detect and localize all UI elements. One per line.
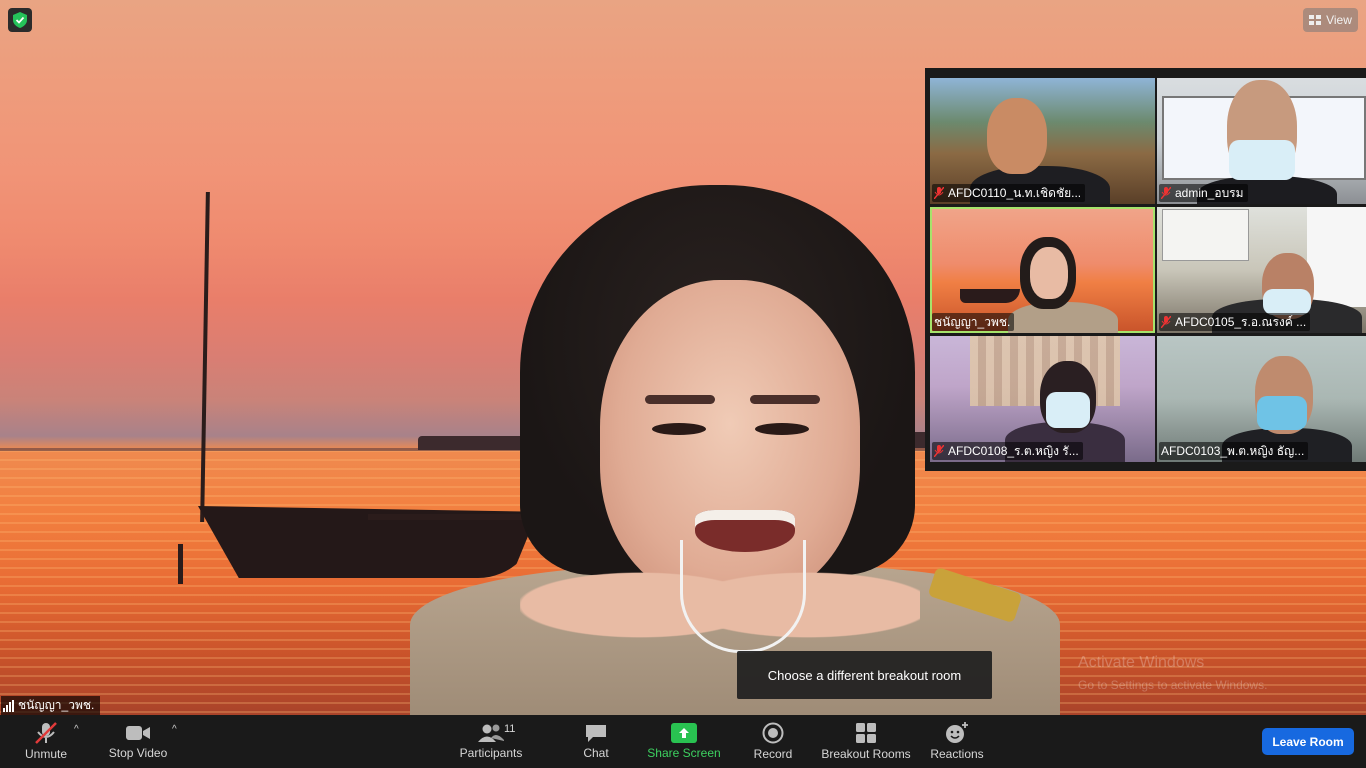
reactions-button[interactable]: Reactions xyxy=(929,715,985,768)
participant-tile[interactable]: AFDC0110_น.ท.เชิดชัย... xyxy=(930,78,1155,204)
participants-button[interactable]: 11 Participants xyxy=(456,715,526,768)
participant-gallery: AFDC0110_น.ท.เชิดชัย... admin_อบรม ชนัญญ… xyxy=(925,68,1366,471)
participant-name-tag: admin_อบรม xyxy=(1159,184,1248,202)
unmute-label: Unmute xyxy=(24,747,68,761)
chat-button[interactable]: Chat xyxy=(576,715,616,768)
participants-icon xyxy=(478,724,504,742)
signal-strength-icon xyxy=(3,699,14,712)
chat-bubble-icon xyxy=(586,725,606,742)
record-label: Record xyxy=(753,747,793,761)
left-brow xyxy=(645,395,715,404)
participant-name-tag: AFDC0110_น.ท.เชิดชัย... xyxy=(932,184,1086,202)
record-icon xyxy=(762,722,784,744)
participant-tile[interactable]: AFDC0103_พ.ต.หญิง ธัญ... xyxy=(1157,336,1366,462)
participant-name: ชนัญญา_วพช. xyxy=(934,315,1011,329)
smiley-plus-icon xyxy=(946,722,968,743)
self-name: ชนัญญา_วพช. xyxy=(18,698,95,712)
grid-view-icon xyxy=(1309,15,1322,25)
muted-mic-icon xyxy=(934,445,944,457)
participant-name-tag: AFDC0105_ร.อ.ณรงค์ ... xyxy=(1159,313,1311,331)
participant-name: AFDC0110_น.ท.เชิดชัย... xyxy=(948,186,1082,200)
participant-name: admin_อบรม xyxy=(1175,186,1244,200)
muted-mic-icon xyxy=(35,722,57,744)
boat-silhouette xyxy=(960,289,1020,303)
participant-name: AFDC0103_พ.ต.หญิง ธัญ... xyxy=(1161,444,1305,458)
wall-chart xyxy=(1162,209,1249,261)
meeting-toolbar: Unmute ^ Stop Video ^ 11 Participants Ch… xyxy=(0,715,1366,768)
stop-video-button[interactable]: Stop Video xyxy=(104,715,172,768)
participant-name-tag: AFDC0108_ร.ต.หญิง รั... xyxy=(932,442,1083,460)
activate-windows-watermark: Activate Windows Go to Settings to activ… xyxy=(1078,652,1267,696)
view-button[interactable]: View xyxy=(1303,8,1358,32)
face-mask xyxy=(1229,140,1295,180)
participant-name-tag: AFDC0103_พ.ต.หญิง ธัญ... xyxy=(1159,442,1309,460)
video-camera-icon xyxy=(126,726,150,740)
participants-label: Participants xyxy=(459,746,523,760)
participant-face xyxy=(987,98,1047,174)
muted-mic-icon xyxy=(1161,187,1171,199)
muted-mic-icon xyxy=(1161,316,1171,328)
leave-room-button[interactable]: Leave Room xyxy=(1262,728,1354,755)
participant-body xyxy=(1008,302,1118,333)
participant-name: AFDC0105_ร.อ.ณรงค์ ... xyxy=(1175,315,1307,329)
stop-video-label: Stop Video xyxy=(108,746,168,760)
participant-tile-active[interactable]: ชนัญญา_วพช. xyxy=(930,207,1155,333)
video-options-chevron-up-icon[interactable]: ^ xyxy=(172,724,177,735)
right-brow xyxy=(750,395,820,404)
audio-options-chevron-up-icon[interactable]: ^ xyxy=(74,724,79,735)
participant-tile[interactable]: AFDC0108_ร.ต.หญิง รั... xyxy=(930,336,1155,462)
face-mask xyxy=(1257,396,1307,430)
reactions-label: Reactions xyxy=(930,747,984,761)
breakout-tooltip: Choose a different breakout room xyxy=(737,651,992,699)
right-eye xyxy=(755,423,809,435)
share-screen-button[interactable]: Share Screen xyxy=(646,715,722,768)
unmute-button[interactable]: Unmute xyxy=(18,715,74,768)
participants-count: 11 xyxy=(504,723,516,735)
window-background xyxy=(1307,207,1366,307)
face-mask xyxy=(1046,392,1090,428)
share-screen-label: Share Screen xyxy=(647,746,721,760)
view-label: View xyxy=(1326,13,1352,27)
leave-room-label: Leave Room xyxy=(1272,734,1344,749)
breakout-rooms-button[interactable]: Breakout Rooms xyxy=(820,715,912,768)
chat-label: Chat xyxy=(583,746,609,760)
record-button[interactable]: Record xyxy=(750,715,796,768)
participant-face xyxy=(1030,247,1068,299)
watermark-subtitle: Go to Settings to activate Windows. xyxy=(1078,678,1268,692)
participant-name: AFDC0108_ร.ต.หญิง รั... xyxy=(948,444,1079,458)
left-eye xyxy=(652,423,706,435)
security-shield-icon[interactable] xyxy=(8,8,32,32)
self-name-tag: ชนัญญา_วพช. xyxy=(1,696,101,715)
watermark-title: Activate Windows xyxy=(1078,654,1205,671)
tooltip-text: Choose a different breakout room xyxy=(767,667,962,683)
earphone-cable xyxy=(680,540,806,653)
share-screen-icon xyxy=(671,723,697,743)
participant-tile[interactable]: AFDC0105_ร.อ.ณรงค์ ... xyxy=(1157,207,1366,333)
participant-tile[interactable]: admin_อบรม xyxy=(1157,78,1366,204)
participant-name-tag: ชนัญญา_วพช. xyxy=(932,313,1015,331)
face-mask xyxy=(1263,289,1311,315)
water-pole xyxy=(178,544,183,584)
breakout-rooms-label: Breakout Rooms xyxy=(821,747,911,761)
muted-mic-icon xyxy=(934,187,944,199)
breakout-rooms-icon xyxy=(856,723,876,743)
